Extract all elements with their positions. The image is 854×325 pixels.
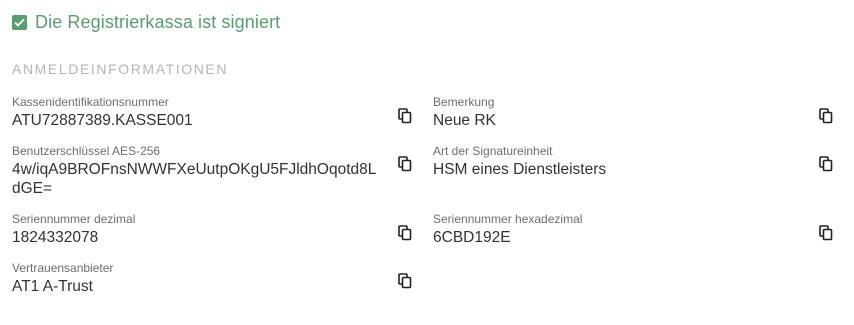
copy-icon[interactable]	[819, 225, 833, 241]
field-vertrauensanbieter: Vertrauensanbieter AT1 A-Trust	[12, 261, 382, 296]
copy-icon[interactable]	[398, 108, 412, 124]
copy-icon[interactable]	[819, 156, 833, 172]
copy-icon[interactable]	[398, 156, 412, 172]
field-label: Benutzerschlüssel AES-256	[12, 144, 161, 158]
copy-icon[interactable]	[398, 273, 412, 289]
field-value: AT1 A-Trust	[12, 278, 93, 295]
field-seriennummer-dezimal: Seriennummer dezimal 1824332078	[12, 212, 382, 247]
field-value: Neue RK	[433, 112, 496, 129]
field-label: Seriennummer dezimal	[12, 212, 136, 226]
field-value-line: 4w/iqA9BROFnsNWWFXeUutpOKgU5FJldhOqotd8L	[12, 161, 377, 178]
field-kassenidentifikationsnummer: Kassenidentifikationsnummer ATU72887389.…	[12, 95, 382, 130]
field-value: ATU72887389.KASSE001	[12, 112, 193, 129]
field-value: 1824332078	[12, 229, 99, 246]
section-title: ANMELDEINFORMATIONEN	[12, 61, 229, 77]
field-aes-key: Benutzerschlüssel AES-256 4w/iqA9BROFnsN…	[12, 144, 382, 198]
field-label: Vertrauensanbieter	[12, 261, 114, 275]
signature-status: Die Registrierkassa ist signiert	[12, 12, 280, 33]
field-value: HSM eines Dienstleisters	[433, 161, 607, 178]
copy-icon[interactable]	[398, 225, 412, 241]
field-label: Kassenidentifikationsnummer	[12, 95, 169, 109]
field-seriennummer-hexadezimal: Seriennummer hexadezimal 6CBD192E	[433, 212, 803, 247]
checkbox-checked-icon	[12, 15, 27, 30]
status-text: Die Registrierkassa ist signiert	[35, 12, 281, 32]
field-value-line: dGE=	[12, 180, 53, 197]
field-value: 6CBD192E	[433, 229, 511, 246]
field-art-der-signatureinheit: Art der Signatureinheit HSM eines Dienst…	[433, 144, 803, 179]
field-label: Art der Signatureinheit	[433, 144, 553, 158]
field-bemerkung: Bemerkung Neue RK	[433, 95, 803, 130]
field-label: Bemerkung	[433, 95, 495, 109]
copy-icon[interactable]	[819, 108, 833, 124]
field-value: 4w/iqA9BROFnsNWWFXeUutpOKgU5FJldhOqotd8L…	[12, 160, 382, 198]
field-label: Seriennummer hexadezimal	[433, 212, 583, 226]
